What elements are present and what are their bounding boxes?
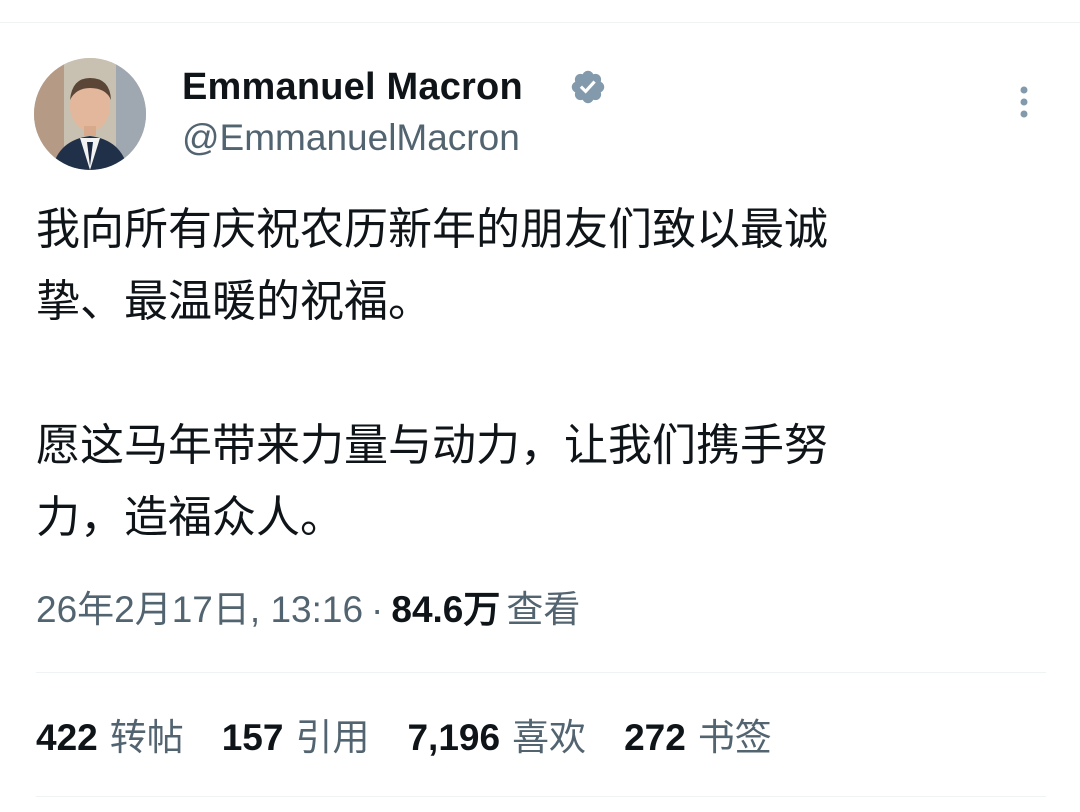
- stat-count: 272: [624, 717, 686, 758]
- author-handle[interactable]: @EmmanuelMacron: [182, 116, 520, 160]
- stat-bookmarks[interactable]: 272 书签: [624, 714, 772, 762]
- stat-count: 422: [36, 717, 98, 758]
- stat-likes[interactable]: 7,196 喜欢: [407, 714, 586, 762]
- view-count[interactable]: 84.6万: [391, 589, 500, 630]
- tweet-text: 我向所有庆祝农历新年的朋友们致以最诚 挚、最温暖的祝福。 愿这马年带来力量与动力…: [36, 194, 976, 554]
- top-divider: [0, 22, 1080, 23]
- stat-count: 157: [221, 717, 284, 758]
- stat-label: 转帖: [109, 716, 184, 759]
- engagement-stats: 422 转帖 157 引用 7,196 喜欢 272 书签: [36, 714, 772, 762]
- stat-label: 书签: [697, 716, 772, 759]
- tweet-text-line: 力，造福众人。: [36, 492, 344, 543]
- avatar[interactable]: [34, 58, 146, 170]
- stat-label: 喜欢: [512, 716, 587, 759]
- tweet-detail-view: Emmanuel Macron @EmmanuelMacron 我向所有庆祝农历…: [0, 0, 1080, 812]
- stat-reposts[interactable]: 422 转帖: [36, 714, 184, 762]
- avatar-photo: [34, 58, 146, 170]
- verified-badge-icon[interactable]: [569, 68, 607, 106]
- more-options-icon[interactable]: [1004, 82, 1044, 122]
- tweet-text-line: 我向所有庆祝农历新年的朋友们致以最诚: [36, 204, 828, 255]
- stat-count: 7,196: [407, 717, 501, 758]
- view-count-label: 查看: [506, 589, 581, 630]
- tweet-text-line: 愿这马年带来力量与动力，让我们携手努: [36, 420, 828, 471]
- tweet-timestamp[interactable]: 26年2月17日, 13:16: [36, 589, 363, 630]
- stats-top-divider: [36, 672, 1046, 673]
- meta-separator: ·: [371, 589, 384, 630]
- tweet-text-line: 挚、最温暖的祝福。: [36, 276, 432, 327]
- stat-label: 引用: [295, 716, 370, 759]
- author-display-name[interactable]: Emmanuel Macron: [182, 64, 523, 110]
- stat-quotes[interactable]: 157 引用: [222, 714, 370, 762]
- stats-bottom-divider: [36, 796, 1046, 797]
- tweet-meta: 26年2月17日, 13:16 · 84.6万 查看: [36, 586, 580, 634]
